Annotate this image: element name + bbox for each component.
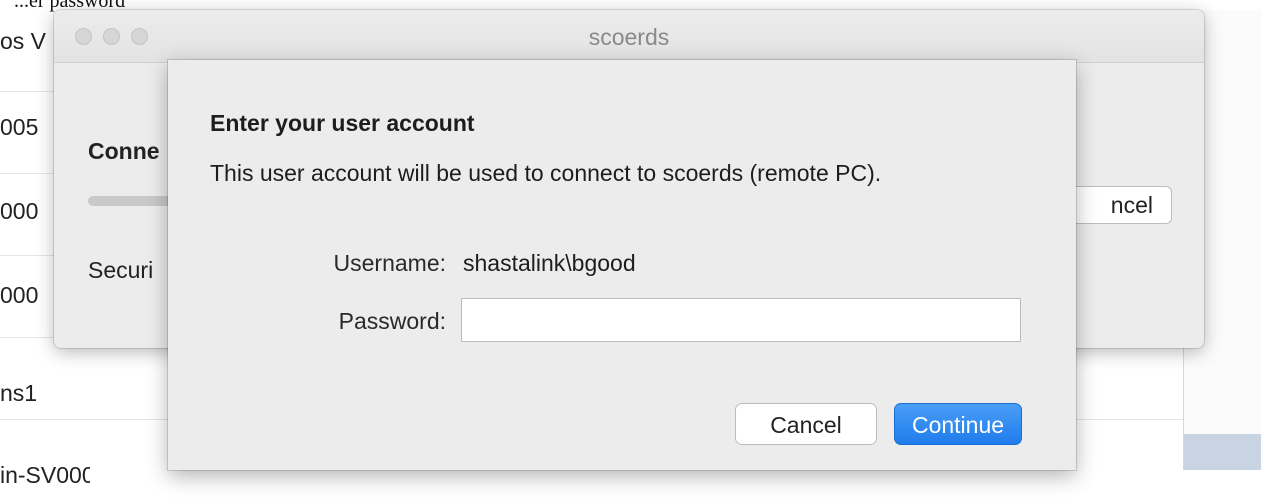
continue-button[interactable]: Continue [894,403,1022,445]
list-item-label: in-SV0001 [0,462,90,488]
list-item-label: ns1 [0,380,38,406]
credentials-sheet: Enter your user account This user accoun… [168,60,1076,470]
connecting-heading: Conne [88,138,160,164]
sheet-description: This user account will be used to connec… [210,160,882,186]
username-label: Username: [333,250,446,276]
window-title: scoerds [588,24,670,50]
window-titlebar[interactable]: scoerds [54,10,1204,63]
username-value: shastalink\bgood [463,250,636,276]
password-input[interactable] [461,298,1021,342]
cancel-button[interactable]: Cancel [735,403,877,445]
sheet-title: Enter your user account [210,110,475,136]
password-label: Password: [338,308,446,334]
selection-strip [1184,434,1261,470]
connection-status-text: Securi [88,257,154,283]
